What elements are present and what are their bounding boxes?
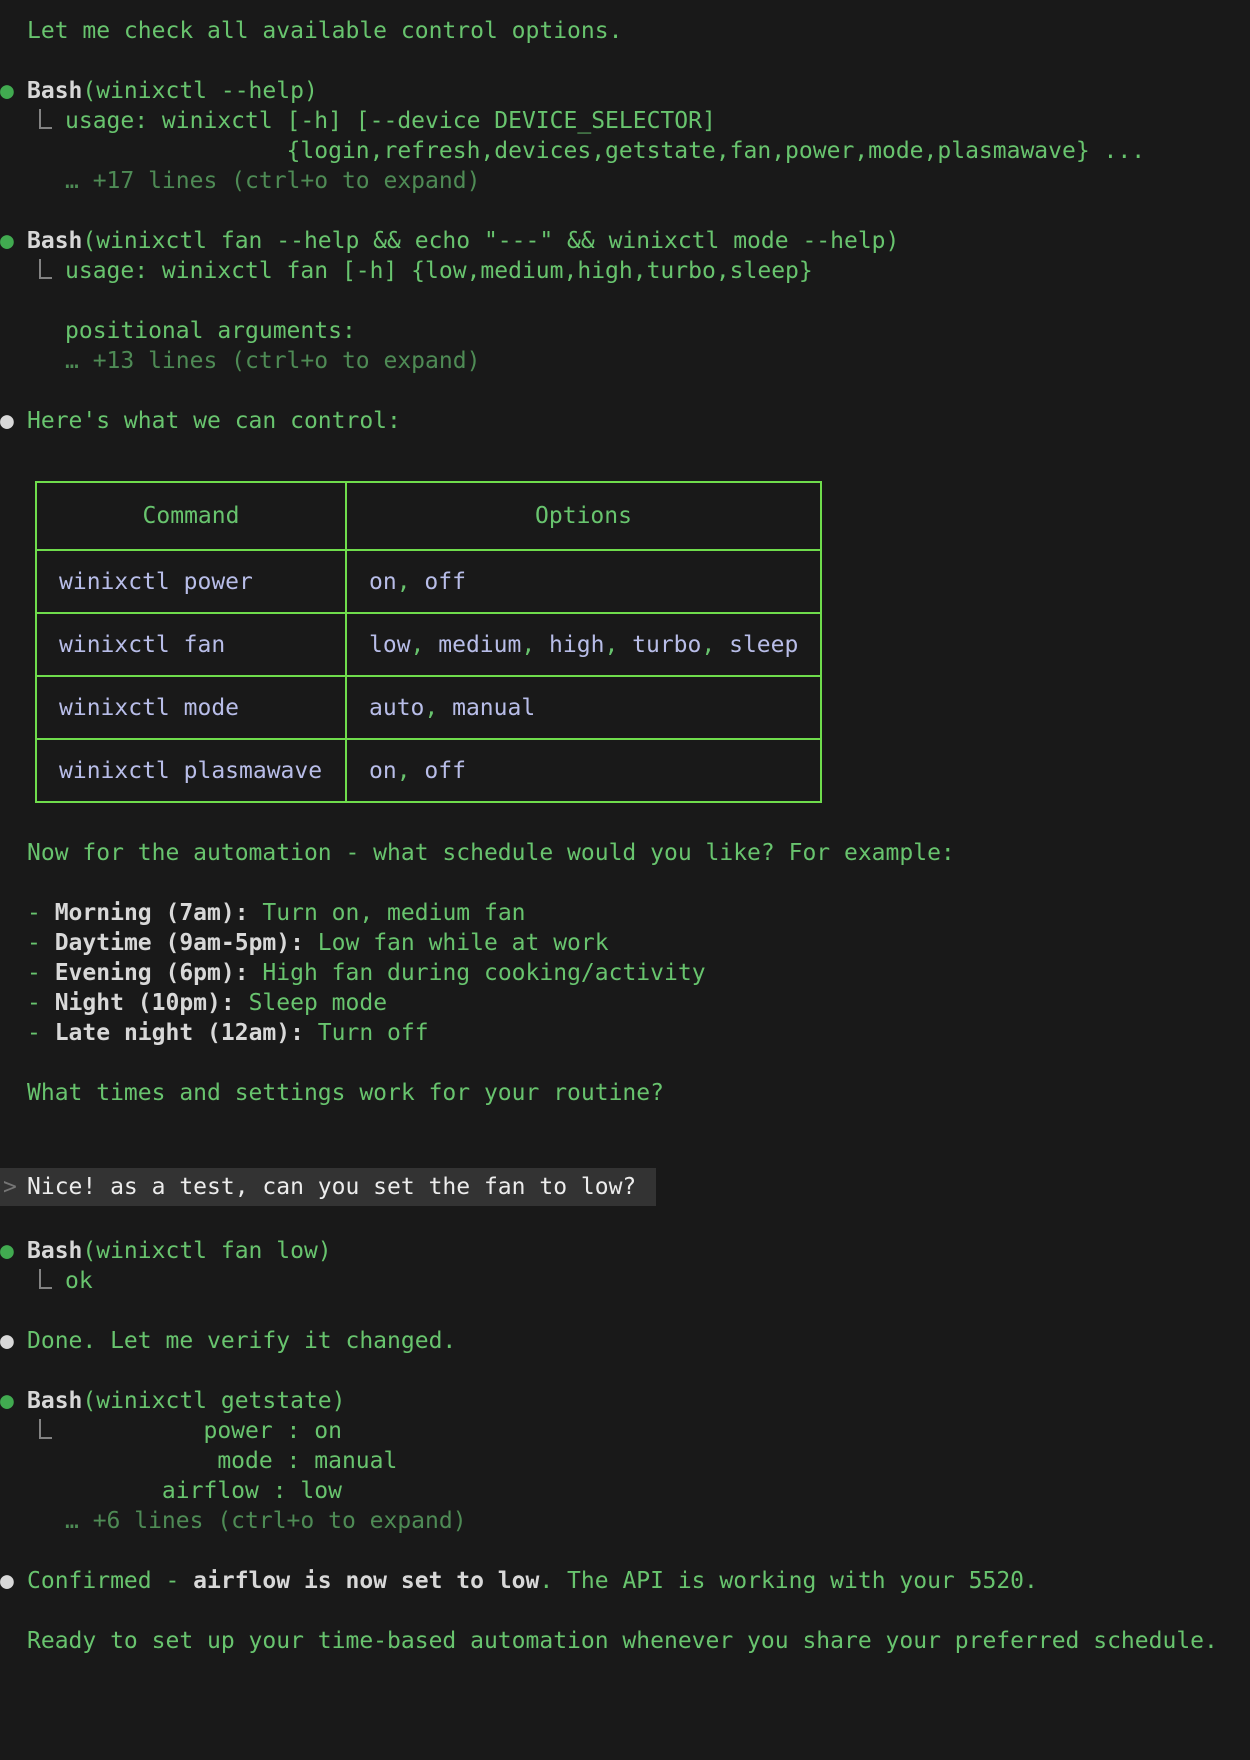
schedule-label: Evening (6pm):: [55, 960, 249, 986]
assistant-text: Done. Let me verify it changed.: [27, 1326, 1250, 1356]
tool-output-line: usage: winixctl [-h] [--device DEVICE_SE…: [65, 106, 1250, 136]
list-dash: -: [27, 990, 55, 1016]
table-header-command: Command: [36, 482, 346, 550]
bash-tool-call-3: ● Bash(winixctl fan low) ok: [0, 1236, 1250, 1296]
blank-line: [0, 286, 1250, 316]
tool-command: (winixctl fan --help && echo "---" && wi…: [82, 228, 899, 254]
assistant-message-confirmed: ● Confirmed - airflow is now set to low.…: [0, 1566, 1250, 1596]
assistant-text-bold: airflow is now set to low: [193, 1568, 539, 1594]
assistant-bullet-icon: ●: [0, 1326, 27, 1356]
schedule-text: High fan during cooking/activity: [249, 960, 706, 986]
tool-bullet-icon: ●: [0, 226, 27, 256]
assistant-text: Now for the automation - what schedule w…: [0, 838, 1250, 868]
list-dash: -: [27, 930, 55, 956]
tool-bullet-icon: ●: [0, 1386, 27, 1416]
assistant-message-intro: Let me check all available control optio…: [0, 16, 1250, 46]
assistant-text: What times and settings work for your ro…: [0, 1078, 1250, 1108]
tool-name: Bash: [27, 1238, 82, 1264]
terminal-output[interactable]: Let me check all available control optio…: [0, 0, 1250, 1760]
assistant-bullet-icon: ●: [0, 1566, 27, 1596]
schedule-item: - Evening (6pm): High fan during cooking…: [0, 958, 1250, 988]
schedule-item: - Morning (7am): Turn on, medium fan: [0, 898, 1250, 928]
assistant-text: Ready to set up your time-based automati…: [0, 1626, 1250, 1656]
schedule-label: Late night (12am):: [55, 1020, 304, 1046]
assistant-message-done: ● Done. Let me verify it changed.: [0, 1326, 1250, 1356]
list-dash: -: [27, 960, 55, 986]
tool-name: Bash: [27, 228, 82, 254]
table-cell-options: auto, manual: [346, 676, 821, 739]
table-cell-command: winixctl fan: [36, 613, 346, 676]
user-prompt-icon: >: [0, 1172, 27, 1202]
bash-tool-call-2: ● Bash(winixctl fan --help && echo "---"…: [0, 226, 1250, 376]
table-row: winixctl fan low, medium, high, turbo, s…: [36, 613, 821, 676]
assistant-text: . The API is working with your 5520.: [539, 1568, 1038, 1594]
schedule-list: - Morning (7am): Turn on, medium fan - D…: [0, 898, 1250, 1048]
tool-bullet-icon: ●: [0, 1236, 27, 1266]
table-row: winixctl power on, off: [36, 550, 821, 613]
table-cell-command: winixctl power: [36, 550, 346, 613]
tool-output-line: airflow : low: [0, 1476, 1250, 1506]
tool-bullet-icon: ●: [0, 76, 27, 106]
table-cell-options: on, off: [346, 739, 821, 802]
result-corner-icon: [39, 109, 52, 129]
bash-tool-call-1: ● Bash(winixctl --help) usage: winixctl …: [0, 76, 1250, 196]
user-message-text: Nice! as a test, can you set the fan to …: [27, 1172, 636, 1202]
assistant-text: Here's what we can control:: [27, 406, 1250, 436]
tool-name: Bash: [27, 1388, 82, 1414]
schedule-label: Night (10pm):: [55, 990, 235, 1016]
list-dash: -: [27, 1020, 55, 1046]
user-message-highlight: > Nice! as a test, can you set the fan t…: [0, 1168, 656, 1206]
schedule-label: Morning (7am):: [55, 900, 249, 926]
tool-output-line: ok: [65, 1266, 1250, 1296]
assistant-message-ready: Ready to set up your time-based automati…: [0, 1626, 1250, 1656]
result-corner-icon: [39, 1269, 52, 1289]
assistant-text: Confirmed -: [27, 1568, 193, 1594]
assistant-bullet-icon: ●: [0, 406, 27, 436]
schedule-label: Daytime (9am-5pm):: [55, 930, 304, 956]
list-dash: -: [27, 900, 55, 926]
schedule-text: Turn off: [304, 1020, 429, 1046]
expand-hint[interactable]: … +17 lines (ctrl+o to expand): [0, 166, 1250, 196]
tool-name: Bash: [27, 78, 82, 104]
tool-output-line: mode : manual: [0, 1446, 1250, 1476]
table-cell-command: winixctl mode: [36, 676, 346, 739]
bash-tool-call-4: ● Bash(winixctl getstate) power : on mod…: [0, 1386, 1250, 1536]
assistant-message-controls: ● Here's what we can control: Command Op…: [0, 406, 1250, 1108]
tool-command: (winixctl getstate): [82, 1388, 345, 1414]
tool-command: (winixctl --help): [82, 78, 317, 104]
result-corner-icon: [39, 259, 52, 279]
table-header-row: Command Options: [36, 482, 821, 550]
table-cell-options: on, off: [346, 550, 821, 613]
tool-output-line: usage: winixctl fan [-h] {low,medium,hig…: [65, 256, 1250, 286]
tool-output-line: positional arguments:: [0, 316, 1250, 346]
user-message: > Nice! as a test, can you set the fan t…: [0, 1168, 1250, 1206]
table-row: winixctl mode auto, manual: [36, 676, 821, 739]
schedule-item: - Night (10pm): Sleep mode: [0, 988, 1250, 1018]
tool-output-line: {login,refresh,devices,getstate,fan,powe…: [0, 136, 1250, 166]
expand-hint[interactable]: … +13 lines (ctrl+o to expand): [0, 346, 1250, 376]
result-corner-icon: [39, 1419, 52, 1439]
schedule-text: Turn on, medium fan: [249, 900, 526, 926]
schedule-item: - Late night (12am): Turn off: [0, 1018, 1250, 1048]
schedule-text: Sleep mode: [235, 990, 387, 1016]
schedule-text: Low fan while at work: [304, 930, 609, 956]
assistant-text: Let me check all available control optio…: [0, 16, 1250, 46]
schedule-item: - Daytime (9am-5pm): Low fan while at wo…: [0, 928, 1250, 958]
control-options-table: Command Options winixctl power on, off w…: [35, 481, 822, 803]
expand-hint[interactable]: … +6 lines (ctrl+o to expand): [0, 1506, 1250, 1536]
tool-command: (winixctl fan low): [82, 1238, 331, 1264]
table-cell-options: low, medium, high, turbo, sleep: [346, 613, 821, 676]
table-row: winixctl plasmawave on, off: [36, 739, 821, 802]
tool-output-line: power : on: [65, 1416, 1250, 1446]
table-header-options: Options: [346, 482, 821, 550]
table-cell-command: winixctl plasmawave: [36, 739, 346, 802]
